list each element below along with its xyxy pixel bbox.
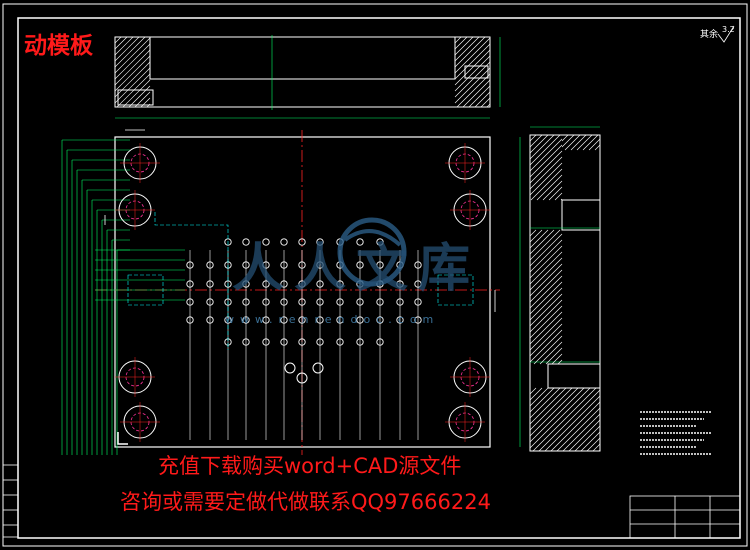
return-pin-hole	[312, 362, 324, 374]
side-section-view	[529, 126, 601, 452]
roughness-label: 其余	[700, 28, 718, 40]
top-section-view	[114, 35, 501, 110]
cad-drawing-viewer: 其余 3.2 人人文库 www.renrendoc.com 动模板 充值下载购买…	[0, 0, 750, 550]
title-block	[629, 495, 741, 539]
roughness-value: 3.2	[722, 25, 735, 34]
left-margin-table	[2, 464, 19, 538]
promo-line-2: 咨询或需要定做代做联系QQ97666224	[120, 490, 491, 514]
page-title: 动模板	[24, 33, 93, 59]
promo-line-1: 充值下载购买word+CAD源文件	[158, 454, 462, 478]
roughness-symbol: 其余 3.2	[700, 25, 735, 43]
return-pin-hole	[284, 362, 296, 374]
watermark-url: www.renrendoc.com	[225, 313, 440, 326]
technical-notes	[640, 411, 712, 455]
watermark-brand-text: 人人文库	[232, 238, 481, 299]
